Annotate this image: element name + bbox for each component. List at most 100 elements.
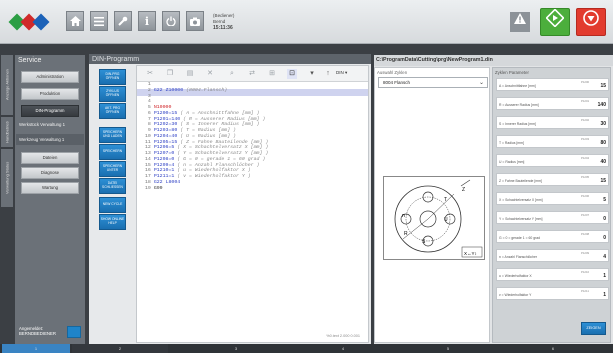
copy-icon[interactable]: ❐ (165, 69, 175, 79)
cut-icon[interactable]: ✂ (145, 69, 155, 79)
replace-icon[interactable]: ⇄ (247, 69, 257, 79)
side-tab-label: Verwaltung Status (4, 161, 10, 195)
code-token: P1210=1 (153, 168, 178, 174)
stop-button[interactable] (576, 8, 606, 36)
bottom-tab-1[interactable]: 1 (2, 344, 70, 353)
svg-text:S: S (422, 239, 426, 245)
camera-icon[interactable] (186, 11, 204, 31)
param-value[interactable]: 1 (603, 273, 606, 279)
home-icon[interactable] (66, 11, 84, 31)
sidebar-item-werkstueck[interactable]: Werkstück Verwaltung 1 (16, 119, 84, 130)
sidebar-item-dateien[interactable]: Dateien (21, 152, 79, 164)
cycle-open-button[interactable]: ZYKLUS ÖFFNEN (99, 86, 126, 102)
param-variable: P1209 (581, 251, 590, 255)
search-icon[interactable]: ⌕ (227, 69, 237, 79)
info-icon[interactable]: i (138, 11, 156, 31)
param-variable: P1206 (581, 194, 590, 198)
param-row[interactable]: G = 0 = gerade 1 = 60 grad P1208 0 (496, 230, 609, 243)
line-number: 14 (145, 156, 154, 162)
param-value[interactable]: 5 (603, 197, 606, 203)
param-row[interactable]: u = Wiederholfaktor X P1210 1 (496, 268, 609, 281)
param-label: Z = Fahne Bauteilende [mm] (499, 179, 542, 183)
list-icon[interactable] (90, 11, 108, 31)
svg-text:R: R (404, 231, 408, 237)
start-button[interactable] (540, 8, 570, 36)
cycle-select-value: 8004 Flansch (383, 80, 411, 85)
code-editor[interactable]: ✂ ❐ ▤ ✕ ⌕ ⇄ ⊞ ⊡ ▾ ↑ DIN ▾ 1 2 G22 Z10000… (136, 65, 369, 343)
bottom-tab-4[interactable]: 4 (295, 344, 391, 353)
param-value[interactable]: 15 (600, 83, 606, 89)
sidebar-item-produktion[interactable]: Produktion (21, 88, 79, 100)
param-value[interactable]: 0 (603, 235, 606, 241)
side-tab-status[interactable]: Verwaltung Status (1, 149, 13, 207)
param-row[interactable]: R = Ausserer Radius [mm] P1201 140 (496, 97, 609, 110)
param-row[interactable]: U = Radius [mm] P1204 40 (496, 154, 609, 167)
param-row[interactable]: A = Anschnittfahne [mm] P1200 15 (496, 78, 609, 91)
cycle-select[interactable]: 8004 Flansch ⌄ (378, 77, 488, 88)
sidebar-item-din-programm[interactable]: DIN-Programm (21, 105, 79, 117)
line-number: 9 (145, 128, 154, 133)
param-label: U = Radius [mm] (499, 160, 525, 164)
sidebar-item-administration[interactable]: Administration (21, 71, 79, 83)
save-button[interactable]: SPEICHERN (99, 144, 126, 160)
arrow-down-icon[interactable]: ▾ (307, 69, 317, 79)
param-row[interactable]: S = Innerer Radius [mm] P1202 30 (496, 116, 609, 129)
line-number: 7 (145, 116, 154, 122)
paste-icon[interactable]: ▤ (185, 69, 195, 79)
params-label: Zyklen Parameter (495, 70, 529, 75)
param-value[interactable]: 0 (603, 216, 606, 222)
side-tab-actions[interactable]: Anzeige Aktionen (1, 55, 13, 115)
param-row[interactable]: Y = Schachtelversatz Y [mm] P1207 0 (496, 211, 609, 224)
show-button[interactable]: ZEIGEN (581, 322, 606, 335)
insert-line-icon[interactable]: ⊡ (287, 69, 297, 79)
param-variable: P1211 (581, 289, 589, 293)
param-value[interactable]: 1 (603, 292, 606, 298)
code-token: ( X = Schachtelversatz X [mm] ) (177, 145, 269, 151)
comment-icon[interactable]: ⊞ (267, 69, 277, 79)
triangle-warning-icon[interactable] (510, 12, 530, 32)
save-as-button[interactable]: SPEICHERN UNTER (99, 161, 126, 177)
line-number: 5 (145, 105, 154, 110)
bottom-tab-5[interactable]: 5 (400, 344, 496, 353)
param-label: S = Innerer Radius [mm] (499, 122, 536, 126)
page-title: DIN-Programm (92, 56, 140, 63)
param-value[interactable]: 4 (603, 254, 606, 260)
param-label: T = Radius [mm] (499, 141, 524, 145)
keyboard-icon[interactable] (67, 326, 81, 338)
sidebar-item-wartung[interactable]: Wartung (21, 182, 79, 194)
editor-status: %0.text 2.000 0.001 (326, 334, 360, 338)
param-row[interactable]: T = Radius [mm] P1203 80 (496, 135, 609, 148)
param-row[interactable]: X = Schachtelversatz X [mm] P1206 5 (496, 192, 609, 205)
sidebar-item-werkzeug[interactable]: Werkzeug Verwaltung 1 (16, 134, 84, 145)
arrow-up-icon[interactable]: ↑ (323, 69, 333, 79)
new-cycle-button[interactable]: NEW CYCLE (99, 197, 126, 213)
param-row[interactable]: v = Wiederholfaktor Y P1211 1 (496, 287, 609, 300)
param-value[interactable]: 30 (600, 121, 606, 127)
bottom-tab-6[interactable]: 6 (505, 344, 601, 353)
param-value[interactable]: 40 (600, 159, 606, 165)
param-value[interactable]: 140 (598, 102, 606, 108)
bottom-tab-2[interactable]: 2 (72, 344, 168, 353)
code-token: ( v = Wiederholfaktor Y ) (177, 174, 251, 179)
delete-icon[interactable]: ✕ (205, 69, 215, 79)
param-label: n = Anzahl Flanschlöcher (499, 255, 537, 259)
din-dropdown[interactable]: DIN ▾ (336, 70, 347, 76)
din-prg-open-button[interactable]: DIN-PRG ÖFFNEN (99, 69, 126, 85)
current-prg-open-button[interactable]: AKT. PRG ÖFFNEN (99, 103, 126, 119)
save-and-load-button[interactable]: SPEICHERN UND LADEN (99, 127, 126, 143)
code-token: L8004 (165, 179, 181, 185)
sidebar-item-diagnose[interactable]: Diagnose (21, 167, 79, 179)
side-tab-manual[interactable]: Handbetrieb (1, 117, 13, 147)
param-value[interactable]: 15 (600, 178, 606, 184)
close-file-button[interactable]: DATEI SCHLIESSEN (99, 178, 126, 194)
power-icon[interactable] (162, 11, 180, 31)
param-value[interactable]: 80 (600, 140, 606, 146)
param-row[interactable]: n = Anzahl Flanschlöcher P1209 4 (496, 249, 609, 262)
online-help-button[interactable]: SHOW ONLINE HELP (99, 214, 126, 230)
param-row[interactable]: Z = Fahne Bauteilende [mm] P1205 15 (496, 173, 609, 186)
code-token: G22 (153, 179, 166, 185)
wrench-icon[interactable] (114, 11, 132, 31)
bottom-tab-3[interactable]: 3 (188, 344, 284, 353)
code-token: ( A = Anschnittfahne [mm] ) (180, 110, 260, 116)
line-number: 11 (145, 139, 154, 145)
